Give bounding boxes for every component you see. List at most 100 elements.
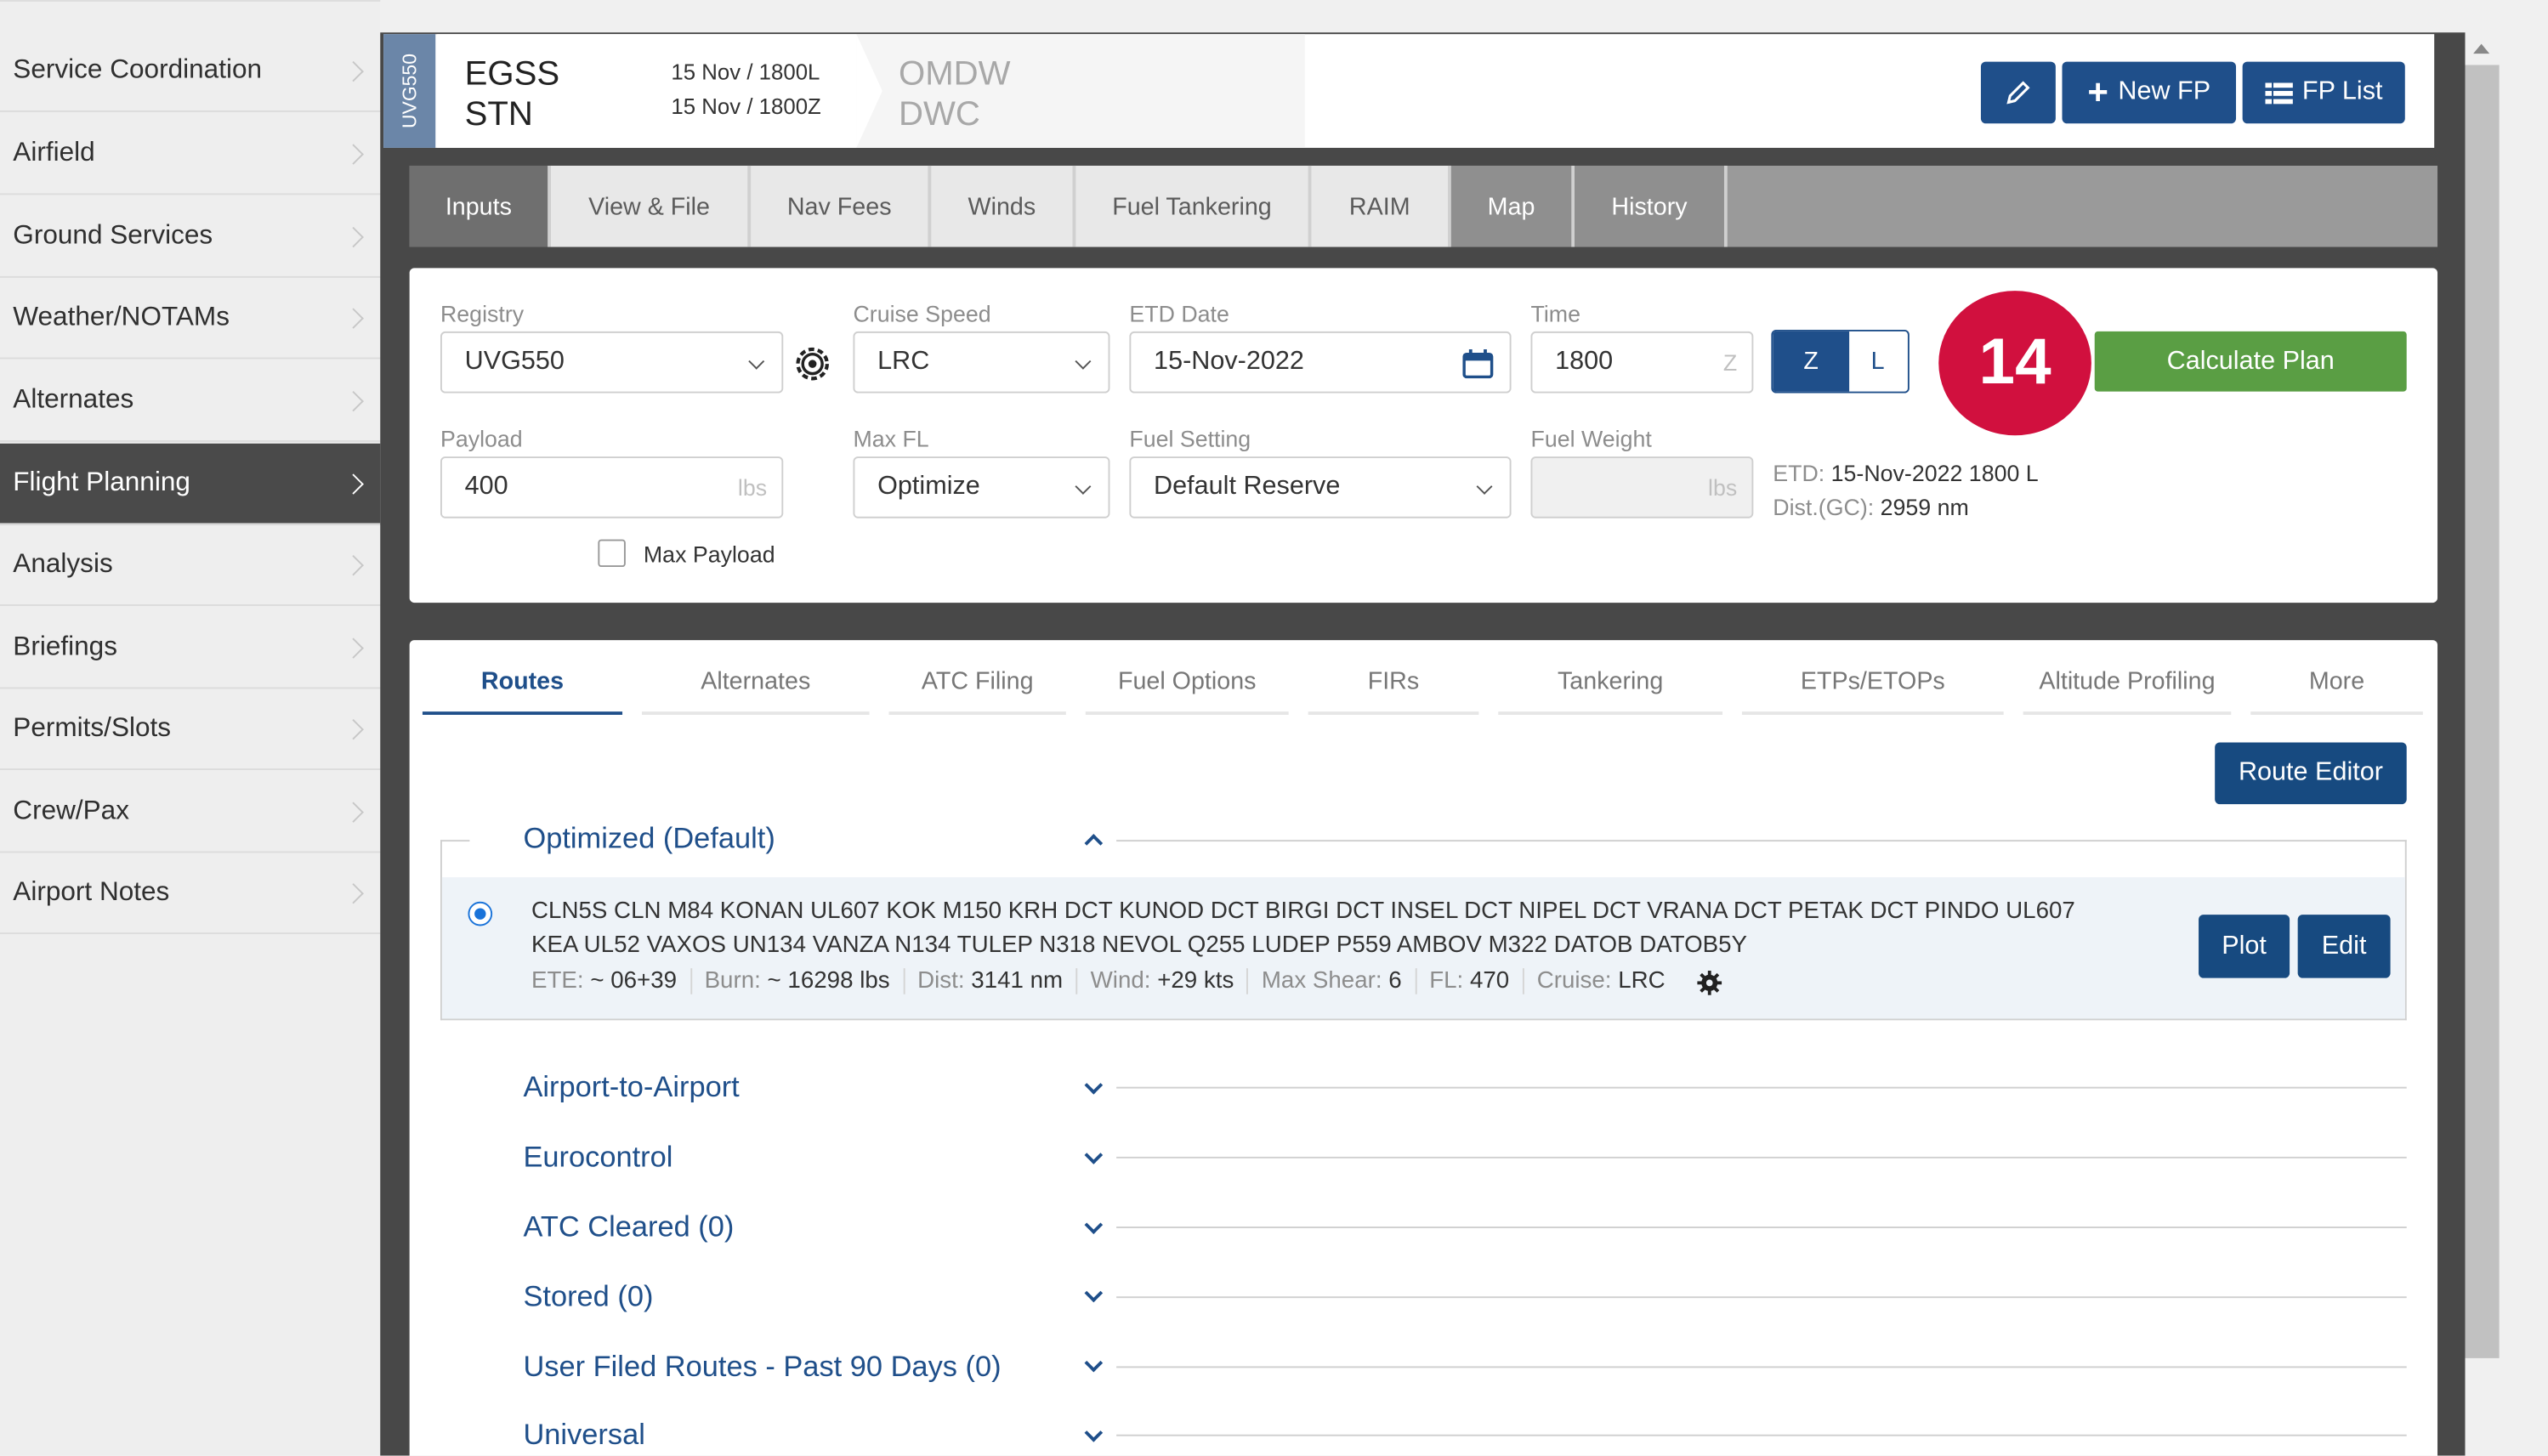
etd-date-value: 15-Nov-2022 xyxy=(1154,348,1304,376)
section-airport-to-airport[interactable]: Airport-to-Airport xyxy=(523,1071,739,1105)
sidebar-item-label: Ground Services xyxy=(13,220,213,251)
flight-plan-tabs: Inputs View & File Nav Fees Winds Fuel T… xyxy=(409,165,2438,247)
calendar-icon[interactable] xyxy=(1462,348,1494,379)
edit-flight-button[interactable] xyxy=(1980,61,2056,124)
fuel-setting-label: Fuel Setting xyxy=(1129,425,1251,452)
etd-date-input[interactable]: 15-Nov-2022 xyxy=(1129,331,1512,394)
distance-summary: Dist.(GC): 2959 nm xyxy=(1773,494,1968,520)
route-tab-atc-filing[interactable]: ATC Filing xyxy=(888,650,1066,715)
route-tab-more[interactable]: More xyxy=(2250,650,2423,715)
chevron-right-icon xyxy=(343,225,364,247)
registry-tag-label: UVG550 xyxy=(398,54,422,129)
etd-summary: ETD: 15-Nov-2022 1800 L xyxy=(1773,460,2038,486)
cruise-speed-select[interactable]: LRC xyxy=(853,331,1110,394)
route-tab-altitude-profiling[interactable]: Altitude Profiling xyxy=(2023,650,2232,715)
sidebar-item-weather-notams[interactable]: Weather/NOTAMs xyxy=(0,278,381,360)
chevron-right-icon xyxy=(343,718,364,739)
payload-unit: lbs xyxy=(737,474,768,501)
chevron-down-icon xyxy=(1075,353,1092,370)
time-label: Time xyxy=(1530,300,1580,327)
route-tab-firs[interactable]: FIRs xyxy=(1308,650,1479,715)
chevron-down-icon xyxy=(1476,478,1493,495)
edit-route-button[interactable]: Edit xyxy=(2297,915,2391,978)
optimized-box-topline xyxy=(440,840,470,842)
route-tab-fuel-options[interactable]: Fuel Options xyxy=(1085,650,1289,715)
section-atc-cleared[interactable]: ATC Cleared (0) xyxy=(523,1210,734,1244)
sidebar-item-ground-services[interactable]: Ground Services xyxy=(0,196,381,278)
route-tab-alternates[interactable]: Alternates xyxy=(641,650,870,715)
sidebar-item-crew-pax[interactable]: Crew/Pax xyxy=(0,772,381,853)
scrollbar-thumb[interactable] xyxy=(2465,65,2500,1358)
sidebar-item-airfield[interactable]: Airfield xyxy=(0,114,381,195)
max-fl-select[interactable]: Optimize xyxy=(853,456,1110,518)
sidebar-item-airport-notes[interactable]: Airport Notes xyxy=(0,853,381,935)
route-select-radio[interactable] xyxy=(468,901,493,926)
tab-raim[interactable]: RAIM xyxy=(1311,165,1451,247)
section-eurocontrol[interactable]: Eurocontrol xyxy=(523,1141,672,1175)
chevron-right-icon xyxy=(343,637,364,658)
local-toggle-button[interactable]: L xyxy=(1849,331,1906,392)
route-string-line-2: KEA UL52 VAXOS UN134 VANZA N134 TULEP N3… xyxy=(531,932,1748,959)
plot-route-button[interactable]: Plot xyxy=(2199,915,2290,978)
gear-icon[interactable] xyxy=(1696,970,1722,996)
tab-inputs[interactable]: Inputs xyxy=(409,165,551,247)
route-editor-button[interactable]: Route Editor xyxy=(2215,742,2407,805)
sidebar-item-briefings[interactable]: Briefings xyxy=(0,608,381,689)
route-tab-etps-etops[interactable]: ETPs/ETOPs xyxy=(1741,650,2004,715)
sidebar-item-label: Service Coordination xyxy=(13,54,263,85)
cruise-speed-label: Cruise Speed xyxy=(853,300,991,327)
sidebar-item-label: Alternates xyxy=(13,384,134,415)
route-tab-label: ATC Filing xyxy=(921,666,1034,695)
sidebar-item-alternates[interactable]: Alternates xyxy=(0,360,381,442)
app-root: Service Coordination Airfield Ground Ser… xyxy=(0,0,2548,1456)
route-tab-label: Fuel Options xyxy=(1117,666,1257,695)
max-payload-label: Max Payload xyxy=(643,541,775,568)
registry-select[interactable]: UVG550 xyxy=(440,331,784,394)
tab-fuel-tankering[interactable]: Fuel Tankering xyxy=(1075,165,1312,247)
aircraft-settings-icon[interactable] xyxy=(792,343,834,385)
sidebar-item-analysis[interactable]: Analysis xyxy=(0,524,381,606)
sidebar-item-label: Flight Planning xyxy=(13,467,190,497)
calculate-plan-button[interactable]: Calculate Plan xyxy=(2094,331,2407,392)
chevron-down-icon xyxy=(1075,478,1092,495)
sidebar-item-flight-planning[interactable]: Flight Planning xyxy=(0,443,381,525)
list-icon xyxy=(2264,82,2293,104)
optimized-section-title[interactable]: Optimized (Default) xyxy=(523,822,775,856)
new-fp-button[interactable]: + New FP xyxy=(2062,61,2237,124)
section-universal[interactable]: Universal xyxy=(523,1419,644,1453)
route-stat-burn: Burn: ~ 16298 lbs xyxy=(689,968,903,994)
route-stat-max-shear: Max Shear: 6 xyxy=(1246,968,1415,994)
fuel-setting-value: Default Reserve xyxy=(1154,473,1341,501)
stat-key: FL: xyxy=(1429,968,1464,994)
tab-winds[interactable]: Winds xyxy=(931,165,1076,247)
stat-value: 470 xyxy=(1469,968,1510,994)
sidebar-item-service-coordination[interactable]: Service Coordination xyxy=(0,31,381,112)
payload-label: Payload xyxy=(440,425,523,452)
time-input[interactable]: 1800 Z xyxy=(1530,331,1754,394)
sidebar-item-label: Airfield xyxy=(13,138,95,167)
tab-view-file[interactable]: View & File xyxy=(550,165,752,247)
route-tab-routes[interactable]: Routes xyxy=(422,650,623,715)
route-tab-tankering[interactable]: Tankering xyxy=(1498,650,1723,715)
tab-nav-fees[interactable]: Nav Fees xyxy=(751,165,932,247)
tab-history[interactable]: History xyxy=(1575,165,1728,247)
etd-summary-key: ETD: xyxy=(1773,459,1825,486)
payload-input[interactable]: 400 lbs xyxy=(440,456,784,518)
zulu-toggle-button[interactable]: Z xyxy=(1773,331,1850,392)
sidebar-item-label: Analysis xyxy=(13,549,113,579)
fuel-setting-select[interactable]: Default Reserve xyxy=(1129,456,1512,518)
section-stored[interactable]: Stored (0) xyxy=(523,1280,653,1314)
section-divider xyxy=(1116,1434,2407,1436)
route-tab-label: Altitude Profiling xyxy=(2039,666,2216,695)
departure-local-time: 15 Nov / 1800L xyxy=(671,59,820,85)
stat-value: +29 kts xyxy=(1157,968,1234,994)
scroll-up-arrow-icon[interactable] xyxy=(2473,43,2490,54)
chevron-right-icon xyxy=(343,801,364,822)
origin-icao: EGSS xyxy=(464,54,560,93)
section-user-filed-routes[interactable]: User Filed Routes - Past 90 Days (0) xyxy=(523,1350,1001,1384)
sidebar-item-permits-slots[interactable]: Permits/Slots xyxy=(0,688,381,770)
max-payload-checkbox[interactable] xyxy=(598,539,626,568)
fp-list-button[interactable]: FP List xyxy=(2242,61,2405,124)
route-string-line-1: CLN5S CLN M84 KONAN UL607 KOK M150 KRH D… xyxy=(531,898,2075,925)
tab-map[interactable]: Map xyxy=(1450,165,1575,247)
